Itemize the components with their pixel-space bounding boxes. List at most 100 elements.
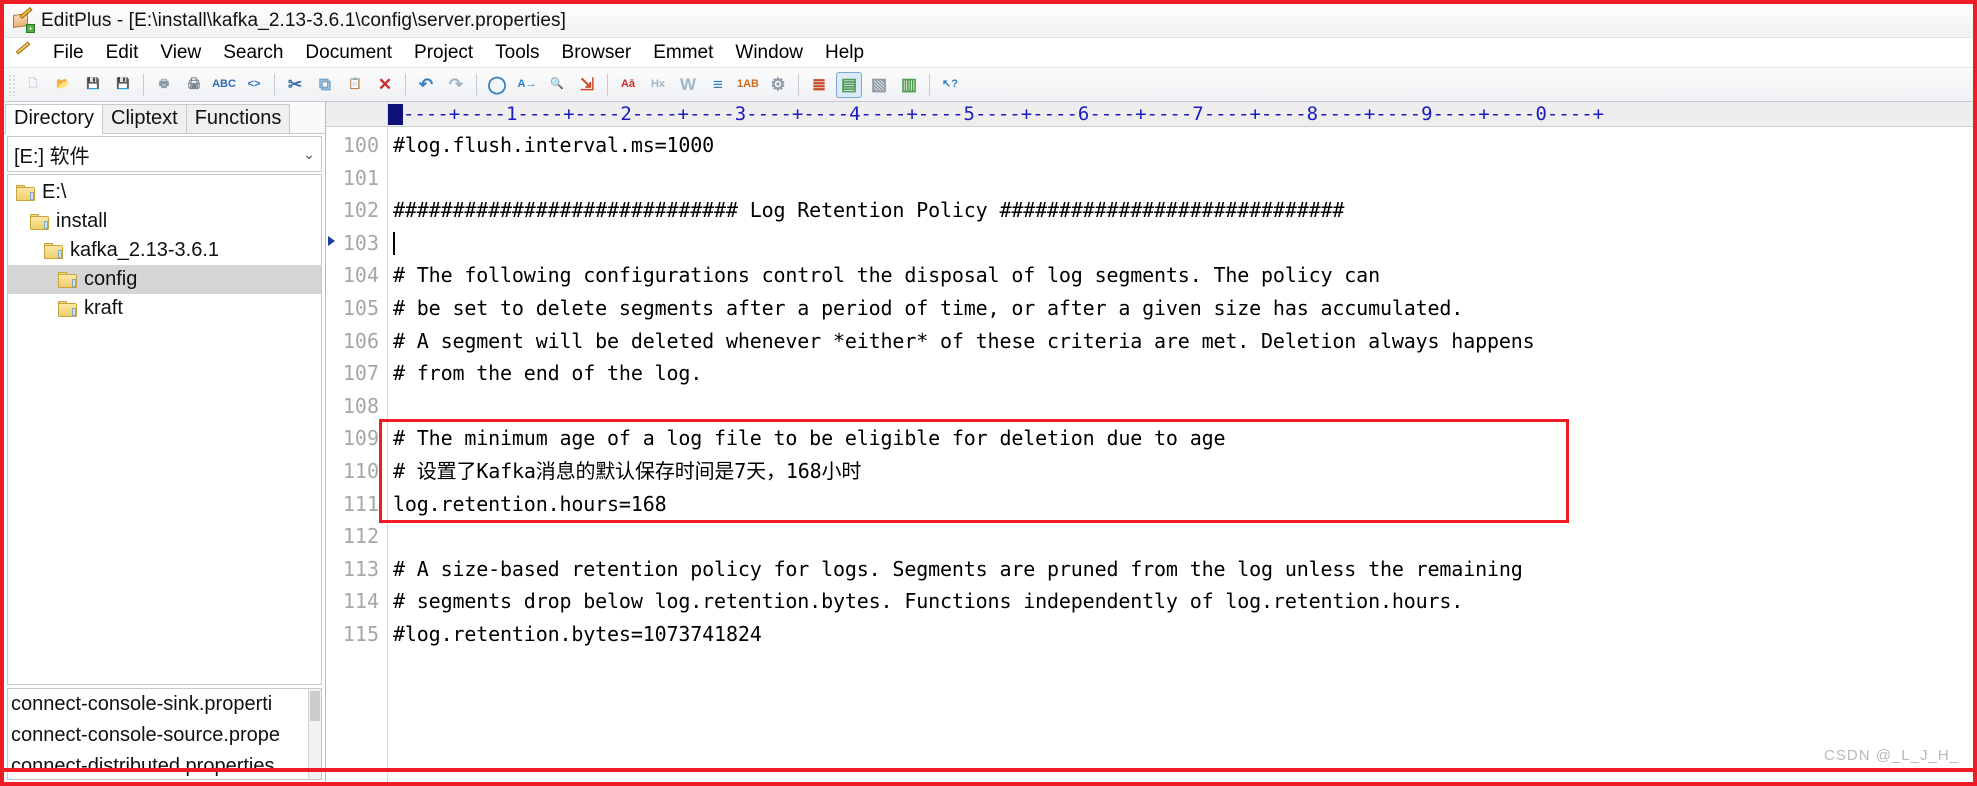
line-number: 113 xyxy=(326,553,387,586)
print-preview-icon[interactable]: 🖶 xyxy=(151,72,177,98)
tab-functions[interactable]: Functions xyxy=(185,104,291,133)
toolbar-separator xyxy=(476,73,477,96)
menu-window[interactable]: Window xyxy=(724,40,814,66)
file-list-item[interactable]: connect-console-sink.properti xyxy=(8,689,321,720)
code-line[interactable]: ############################# Log Retent… xyxy=(393,194,1973,227)
ruler-scale: ----+----1----+----2----+----3----+----4… xyxy=(403,103,1605,125)
new-file-icon[interactable]: 🗋 xyxy=(20,72,46,98)
save-icon[interactable]: 💾 xyxy=(80,72,106,98)
paste-icon[interactable]: 📋 xyxy=(342,72,368,98)
hex-view-icon-glyph: Hx xyxy=(650,78,666,90)
code-line[interactable]: log.retention.hours=168 xyxy=(393,488,1973,521)
code-area[interactable]: 100 101 102 103 104 105 106 107 108 109 110 111 112 1… xyxy=(326,127,1973,782)
menu-project[interactable]: Project xyxy=(403,40,484,66)
directory-window-icon[interactable]: ▤ xyxy=(836,71,862,98)
redo-icon[interactable]: ↷ xyxy=(443,72,469,98)
line-number-text: 115 xyxy=(342,621,379,646)
function-list-icon[interactable]: ▥ xyxy=(896,72,922,98)
preferences-icon[interactable]: ⚙ xyxy=(765,72,791,98)
text-caret xyxy=(393,231,395,255)
file-list-scrollbar[interactable] xyxy=(308,689,321,779)
code-line[interactable]: # The minimum age of a log file to be el… xyxy=(393,422,1973,455)
tree-item-install[interactable]: install xyxy=(8,207,321,236)
toolbar-grip[interactable] xyxy=(8,73,15,96)
code-line[interactable] xyxy=(393,227,1973,260)
find-icon[interactable]: ◯ xyxy=(484,72,510,98)
menu-document[interactable]: Document xyxy=(294,40,403,66)
document-selector-icon[interactable]: ≣ xyxy=(806,72,832,98)
menu-emmet[interactable]: Emmet xyxy=(642,40,724,66)
cliptext-window-icon[interactable]: ▧ xyxy=(866,72,892,98)
word-wrap-icon[interactable]: W xyxy=(675,72,701,98)
code-line[interactable]: #log.flush.interval.ms=1000 xyxy=(393,129,1973,162)
menu-help[interactable]: Help xyxy=(814,40,875,66)
line-number: 108 xyxy=(326,390,387,423)
title-bar: + EditPlus - [E:\install\kafka_2.13-3.6.… xyxy=(4,4,1973,38)
code-line[interactable] xyxy=(393,520,1973,553)
code-line[interactable] xyxy=(393,390,1973,423)
code-line[interactable]: # The following configurations control t… xyxy=(393,259,1973,292)
editor-pane: ----+----1----+----2----+----3----+----4… xyxy=(326,102,1973,782)
drive-selector-value: [E:] 软件 xyxy=(14,145,90,168)
code-line[interactable]: # segments drop below log.retention.byte… xyxy=(393,585,1973,618)
code-line[interactable]: # A size-based retention policy for logs… xyxy=(393,553,1973,586)
drive-selector[interactable]: [E:] 软件 ⌄ xyxy=(7,136,322,172)
open-file-icon[interactable]: 📂 xyxy=(50,72,76,98)
folder-icon xyxy=(58,271,77,288)
code-line[interactable]: # be set to delete segments after a peri… xyxy=(393,292,1973,325)
find-in-files-icon[interactable]: 🔍 xyxy=(544,72,570,98)
ruler-gutter-spacer xyxy=(326,102,388,126)
find-icon-glyph: ◯ xyxy=(487,75,507,94)
line-number-gutter: 100 101 102 103 104 105 106 107 108 109 110 111 112 1… xyxy=(326,127,388,782)
code-line[interactable] xyxy=(393,162,1973,195)
tab-directory[interactable]: Directory xyxy=(5,104,104,134)
tree-item-kraft[interactable]: kraft xyxy=(8,294,321,323)
font-icon[interactable]: Aā xyxy=(615,72,641,98)
menu-search[interactable]: Search xyxy=(212,40,294,66)
delete-icon[interactable]: ✕ xyxy=(372,72,398,98)
menu-edit[interactable]: Edit xyxy=(95,40,150,66)
scrollbar-thumb[interactable] xyxy=(310,691,320,721)
line-number-text: 105 xyxy=(342,295,379,320)
line-number: 112 xyxy=(326,520,387,553)
help-pointer-icon[interactable]: ↖? xyxy=(937,72,963,98)
code-line-text: # segments drop below log.retention.byte… xyxy=(393,589,1464,614)
code-line[interactable]: # 设置了Kafka消息的默认保存时间是7天，168小时 xyxy=(393,455,1973,488)
line-number-text: 111 xyxy=(342,491,379,516)
code-text[interactable]: #log.flush.interval.ms=1000 #############… xyxy=(388,127,1973,782)
code-line[interactable]: # from the end of the log. xyxy=(393,357,1973,390)
print-icon[interactable]: 🖨 xyxy=(181,72,207,98)
menu-tools[interactable]: Tools xyxy=(484,40,550,66)
tree-item-kafka-2-13-3-6-1[interactable]: kafka_2.13-3.6.1 xyxy=(8,236,321,265)
toolbar-separator xyxy=(143,73,144,96)
undo-icon[interactable]: ↶ xyxy=(413,72,439,98)
replace-icon[interactable]: A→ xyxy=(514,72,540,98)
editplus-window: + EditPlus - [E:\install\kafka_2.13-3.6.… xyxy=(0,0,1977,786)
menu-file[interactable]: File xyxy=(42,40,95,66)
view-in-browser-icon[interactable]: <> xyxy=(241,72,267,98)
save-all-icon[interactable]: 💾 xyxy=(110,72,136,98)
line-number-text: 110 xyxy=(342,458,379,483)
line-numbers-icon[interactable]: 1AB xyxy=(735,72,761,98)
line-number: 114 xyxy=(326,585,387,618)
menu-browser[interactable]: Browser xyxy=(551,40,643,66)
chevron-down-icon[interactable]: ⌄ xyxy=(303,146,315,163)
tree-item-config[interactable]: config xyxy=(8,265,321,294)
file-list[interactable]: connect-console-sink.properti connect-con… xyxy=(7,688,322,780)
file-list-item[interactable]: connect-distributed.properties xyxy=(8,751,321,779)
save-icon-glyph: 💾 xyxy=(86,78,100,90)
code-line[interactable]: # A segment will be deleted whenever *ei… xyxy=(393,325,1973,358)
cut-icon[interactable]: ✂ xyxy=(282,72,308,98)
hex-view-icon[interactable]: Hx xyxy=(645,72,671,98)
line-number: 115 xyxy=(326,618,387,651)
tree-item-e-[interactable]: E:\ xyxy=(8,178,321,207)
menu-view[interactable]: View xyxy=(149,40,212,66)
indent-icon[interactable]: ≡ xyxy=(705,72,731,98)
goto-line-icon[interactable]: ⇲ xyxy=(574,72,600,98)
tab-cliptext[interactable]: Cliptext xyxy=(102,104,187,133)
spell-check-icon[interactable]: ABC xyxy=(211,72,237,98)
copy-icon[interactable]: ⧉ xyxy=(312,72,338,98)
folder-tree[interactable]: E:\ install kafka_2.13-3.6.1 config kraft xyxy=(7,174,322,685)
code-line[interactable]: #log.retention.bytes=1073741824 xyxy=(393,618,1973,651)
file-list-item[interactable]: connect-console-source.prope xyxy=(8,720,321,751)
